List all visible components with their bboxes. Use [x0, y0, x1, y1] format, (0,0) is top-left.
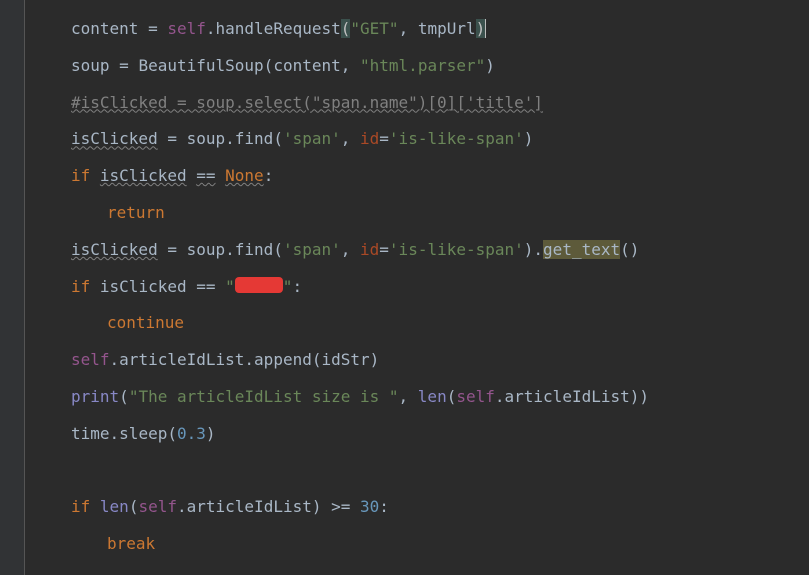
string-literal: 'is-like-span' — [389, 240, 524, 259]
keyword-if: if — [71, 497, 90, 516]
variable: content — [273, 56, 340, 75]
code-line-comment: #isClicked = soup.select("span.name")[0]… — [35, 89, 809, 118]
operator: >= — [331, 497, 350, 516]
variable: isClicked — [71, 240, 158, 259]
string-quote: " — [283, 277, 293, 296]
code-editor[interactable]: content = self.handleRequest("GET", tmpU… — [35, 10, 809, 559]
number-literal: 0.3 — [177, 424, 206, 443]
comment: #isClicked = soup.select("span.name")[0]… — [71, 93, 543, 112]
variable: isClicked — [100, 277, 187, 296]
self-keyword: self — [167, 19, 206, 38]
keyword-if: if — [71, 277, 90, 296]
code-line: isClicked = soup.find('span', id='is-lik… — [35, 125, 809, 154]
code-line: content = self.handleRequest("GET", tmpU… — [35, 15, 809, 44]
none-keyword: None — [225, 166, 264, 185]
operator: == — [196, 166, 215, 185]
self-keyword: self — [71, 350, 110, 369]
code-line: print("The articleIdList size is ", len(… — [35, 383, 809, 412]
builtin-len: len — [418, 387, 447, 406]
editor-gutter — [0, 0, 25, 575]
code-line: soup = BeautifulSoup(content, "html.pars… — [35, 52, 809, 81]
code-line: return — [35, 199, 809, 228]
param-name: id — [360, 129, 379, 148]
builtin-print: print — [71, 387, 119, 406]
variable: soup — [187, 240, 226, 259]
code-line: self.articleIdList.append(idStr) — [35, 346, 809, 375]
code-line: time.sleep(0.3) — [35, 420, 809, 449]
code-line: if isClicked == None: — [35, 162, 809, 191]
operator: == — [196, 277, 215, 296]
variable: idStr — [321, 350, 369, 369]
code-line: if len(self.articleIdList) >= 30: — [35, 493, 809, 522]
keyword-if: if — [71, 166, 90, 185]
attribute: articleIdList — [119, 350, 244, 369]
variable: tmpUrl — [418, 19, 476, 38]
variable: content — [71, 19, 138, 38]
variable: isClicked — [100, 166, 187, 185]
method-call: find — [235, 240, 274, 259]
method-call: append — [254, 350, 312, 369]
keyword-return: return — [107, 203, 165, 222]
code-line: isClicked = soup.find('span', id='is-lik… — [35, 236, 809, 265]
string-literal: 'span' — [283, 240, 341, 259]
variable: isClicked — [71, 129, 158, 148]
method-highlighted: get_text — [543, 240, 620, 259]
string-literal: 'is-like-span' — [389, 129, 524, 148]
bracket-highlight: ) — [476, 19, 487, 38]
variable: soup — [187, 129, 226, 148]
module: time — [71, 424, 110, 443]
method-call: handleRequest — [216, 19, 341, 38]
method-call: find — [235, 129, 274, 148]
string-literal: "html.parser" — [360, 56, 485, 75]
number-literal: 30 — [360, 497, 379, 516]
code-line-empty — [35, 457, 809, 486]
class-name: BeautifulSoup — [138, 56, 263, 75]
attribute: articleIdList — [187, 497, 312, 516]
code-line: continue — [35, 309, 809, 338]
variable: soup — [71, 56, 110, 75]
string-literal: "GET" — [350, 19, 398, 38]
code-line: if isClicked == "": — [35, 273, 809, 302]
builtin-len: len — [100, 497, 129, 516]
param-name: id — [360, 240, 379, 259]
keyword-continue: continue — [107, 313, 184, 332]
self-keyword: self — [456, 387, 495, 406]
string-literal: 'span' — [283, 129, 341, 148]
keyword-break: break — [107, 534, 155, 553]
bracket-highlight: ( — [341, 19, 351, 38]
code-line: break — [35, 530, 809, 559]
string-literal: "The articleIdList size is " — [129, 387, 399, 406]
method-call: sleep — [119, 424, 167, 443]
redacted-text — [235, 277, 283, 293]
attribute: articleIdList — [505, 387, 630, 406]
self-keyword: self — [138, 497, 177, 516]
string-quote: " — [225, 277, 235, 296]
